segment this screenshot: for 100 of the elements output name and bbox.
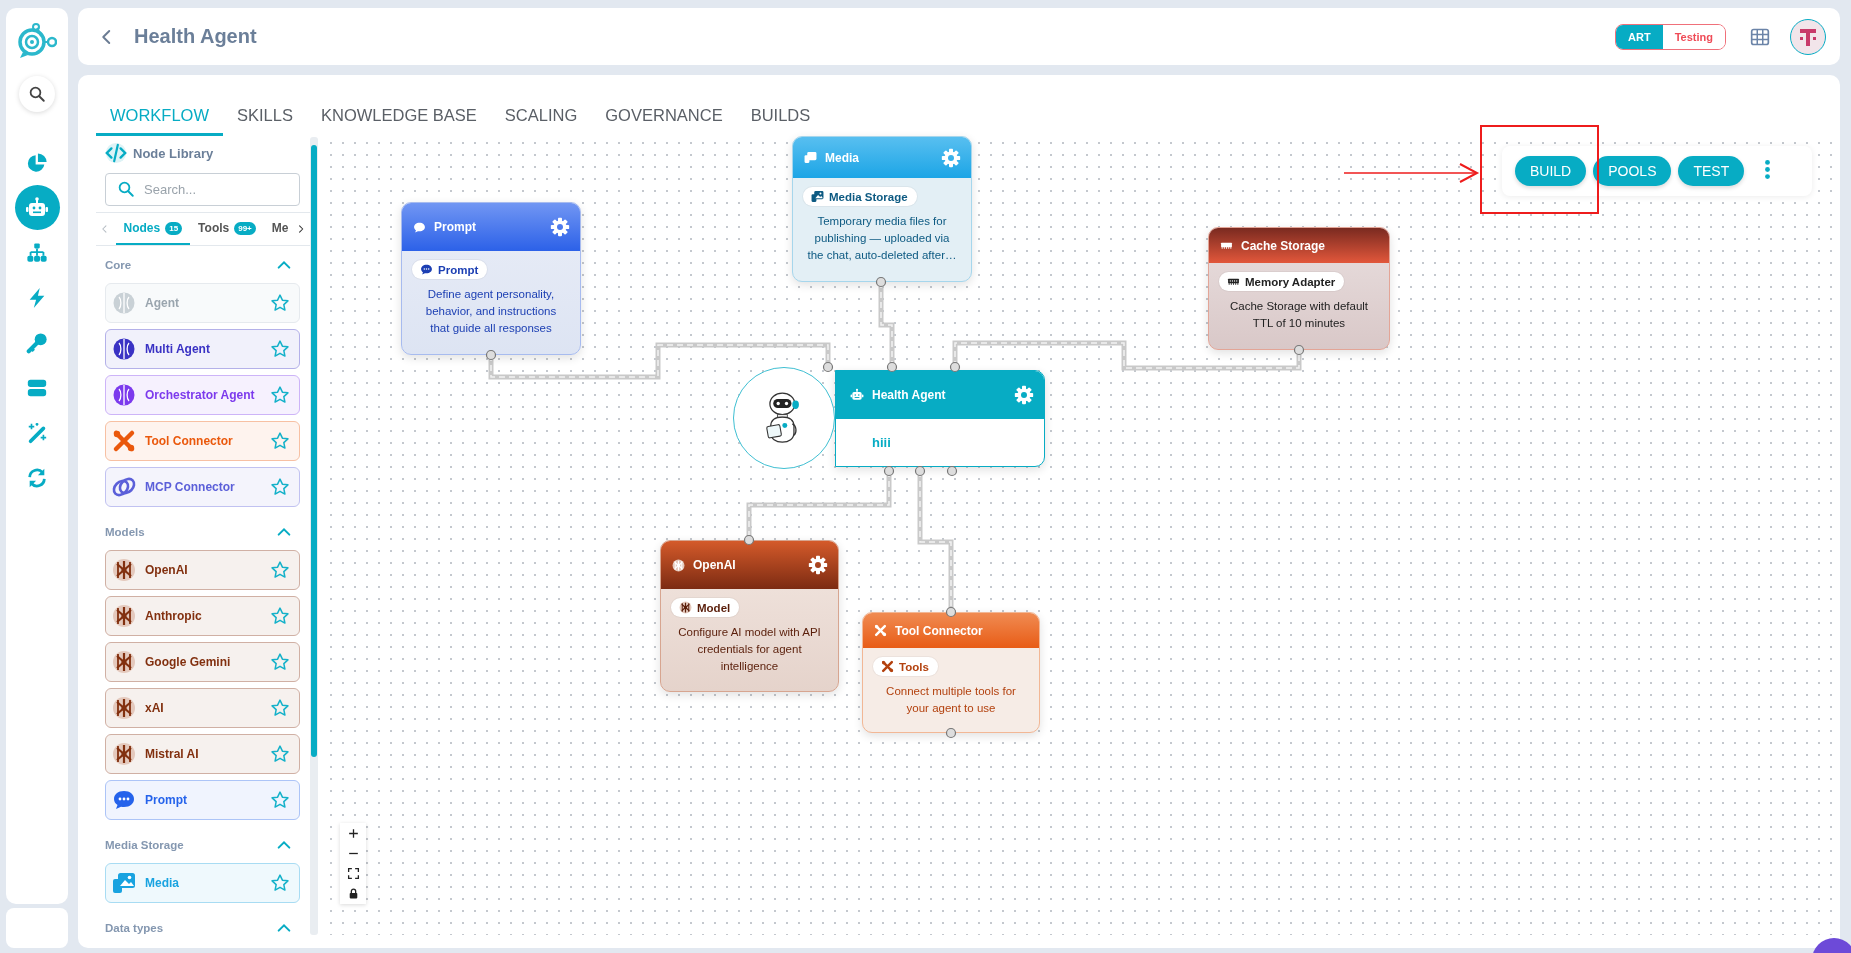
- star-icon[interactable]: [270, 385, 290, 405]
- kebab-menu-icon: [1765, 160, 1771, 179]
- star-icon[interactable]: [270, 790, 290, 810]
- connection-handle[interactable]: [945, 606, 957, 618]
- library-tab[interactable]: Me: [263, 213, 297, 245]
- node-title: Tool Connector: [895, 623, 984, 638]
- key-icon: [26, 331, 48, 354]
- user-avatar[interactable]: [1790, 18, 1826, 55]
- magic-wand-icon: [26, 421, 48, 444]
- section-title: Media Storage: [105, 839, 184, 851]
- library-item[interactable]: Multi Agent: [105, 329, 300, 369]
- node-description: Connect multiple tools for your agent to use: [885, 684, 1017, 716]
- connection-handle[interactable]: [883, 465, 895, 477]
- nav-item[interactable]: [14, 185, 60, 230]
- tab[interactable]: KNOWLEDGE BASE: [306, 95, 491, 136]
- star-icon[interactable]: [270, 652, 290, 672]
- item-label: Media: [145, 876, 180, 890]
- connection-handle[interactable]: [945, 727, 957, 739]
- connection-handle[interactable]: [822, 361, 834, 373]
- library-item[interactable]: Orchestrator Agent: [105, 375, 300, 415]
- item-label: Multi Agent: [145, 342, 211, 356]
- star-icon[interactable]: [270, 560, 290, 580]
- star-icon[interactable]: [270, 477, 290, 497]
- node-title: Health Agent: [872, 388, 947, 402]
- library-item[interactable]: Prompt: [105, 780, 300, 820]
- connection-handle[interactable]: [1293, 344, 1305, 356]
- node-card[interactable]: Media Media Storage Temporary media files for publishing — uploaded via the chat, auto-deleted after…: [792, 136, 972, 282]
- image-icon: [804, 151, 817, 164]
- tab[interactable]: BUILDS: [736, 95, 825, 136]
- tools-icon: [874, 624, 887, 637]
- item-label: Anthropic: [145, 609, 203, 623]
- section-title: Core: [105, 259, 132, 271]
- node-card[interactable]: Prompt Prompt Define agent personality, behavior, and instructions that guide all responses: [401, 202, 581, 355]
- search-icon[interactable]: [28, 85, 46, 103]
- settings-icon[interactable]: [808, 555, 828, 575]
- type-label: Prompt: [438, 263, 479, 276]
- star-icon[interactable]: [270, 606, 290, 626]
- settings-icon[interactable]: [550, 217, 570, 237]
- fit-screen-icon[interactable]: [346, 867, 360, 880]
- star-icon[interactable]: [270, 873, 290, 893]
- node-title: Media: [825, 150, 860, 165]
- item-label: MCP Connector: [145, 480, 236, 494]
- node-description: Temporary media files for publishing — uploaded via the chat, auto-deleted after…: [807, 214, 957, 263]
- item-label: Orchestrator Agent: [145, 388, 256, 402]
- item-label: Google Gemini: [145, 655, 232, 669]
- star-icon[interactable]: [270, 339, 290, 359]
- search-icon: [117, 180, 135, 198]
- node-card[interactable]: Tool Connector Tools Connect multiple tools for your agent to use: [862, 612, 1040, 733]
- connection-handle[interactable]: [914, 465, 926, 477]
- chat-icon: [413, 220, 426, 234]
- plus-icon[interactable]: [346, 827, 360, 840]
- library-tab[interactable]: Tools 99+: [190, 213, 264, 245]
- chevron-right-icon[interactable]: [296, 222, 306, 236]
- tab[interactable]: SKILLS: [223, 95, 307, 136]
- library-item[interactable]: xAI: [105, 688, 300, 728]
- code-icon: [105, 142, 127, 164]
- rail-footer-panel: [6, 908, 68, 948]
- node-title: OpenAI: [693, 558, 737, 572]
- item-label: Prompt: [145, 793, 188, 807]
- item-label: Agent: [145, 296, 180, 310]
- item-label: OpenAI: [145, 563, 189, 577]
- pie-chart-icon: [26, 151, 48, 174]
- library-item[interactable]: Mistral AI: [105, 734, 300, 774]
- node-card[interactable]: Cache Storage Memory Adapter Cache Storage with default TTL of 10 minutes: [1208, 227, 1390, 350]
- connection-handle[interactable]: [743, 534, 755, 546]
- star-icon[interactable]: [270, 744, 290, 764]
- sync-icon: [26, 466, 48, 489]
- node-title: Prompt: [434, 220, 477, 234]
- scrollbar[interactable]: [310, 137, 318, 935]
- connection-handle[interactable]: [949, 361, 961, 373]
- star-icon[interactable]: [270, 431, 290, 451]
- panel-title: Node Library: [133, 145, 214, 161]
- grid-icon[interactable]: [1750, 26, 1770, 47]
- star-icon[interactable]: [270, 698, 290, 718]
- search-button[interactable]: [19, 76, 55, 112]
- connection-handle[interactable]: [875, 276, 887, 288]
- count-badge: 99+: [234, 221, 256, 235]
- library-item[interactable]: OpenAI: [105, 550, 300, 590]
- library-item[interactable]: Google Gemini: [105, 642, 300, 682]
- sitemap-icon: [26, 241, 48, 264]
- chat-icon: [420, 263, 433, 276]
- node-description: Cache Storage with default TTL of 10 minutes: [1228, 299, 1370, 331]
- item-label: xAI: [145, 701, 165, 715]
- tab[interactable]: GOVERNANCE: [591, 95, 737, 136]
- page-title: Health Agent: [134, 25, 258, 48]
- connection-handle[interactable]: [886, 361, 898, 373]
- item-label: Tool Connector: [145, 434, 234, 448]
- search-field[interactable]: Search...: [105, 173, 300, 206]
- node-description: Configure AI model with API credentials for agent intelligence: [677, 625, 822, 674]
- tab[interactable]: SCALING: [490, 95, 592, 136]
- count-badge: 15: [165, 221, 183, 235]
- node-card[interactable]: OpenAI Model Configure AI model with API credentials for agent intelligence: [660, 540, 839, 692]
- library-item[interactable]: Anthropic: [105, 596, 300, 636]
- network-icon: [679, 601, 692, 614]
- library-item[interactable]: Tool Connector: [105, 421, 300, 461]
- image-icon: [811, 190, 824, 203]
- item-label: Mistral AI: [145, 747, 200, 761]
- library-item[interactable]: MCP Connector: [105, 467, 300, 507]
- connection-handle[interactable]: [946, 465, 958, 477]
- connection-handle[interactable]: [485, 349, 497, 361]
